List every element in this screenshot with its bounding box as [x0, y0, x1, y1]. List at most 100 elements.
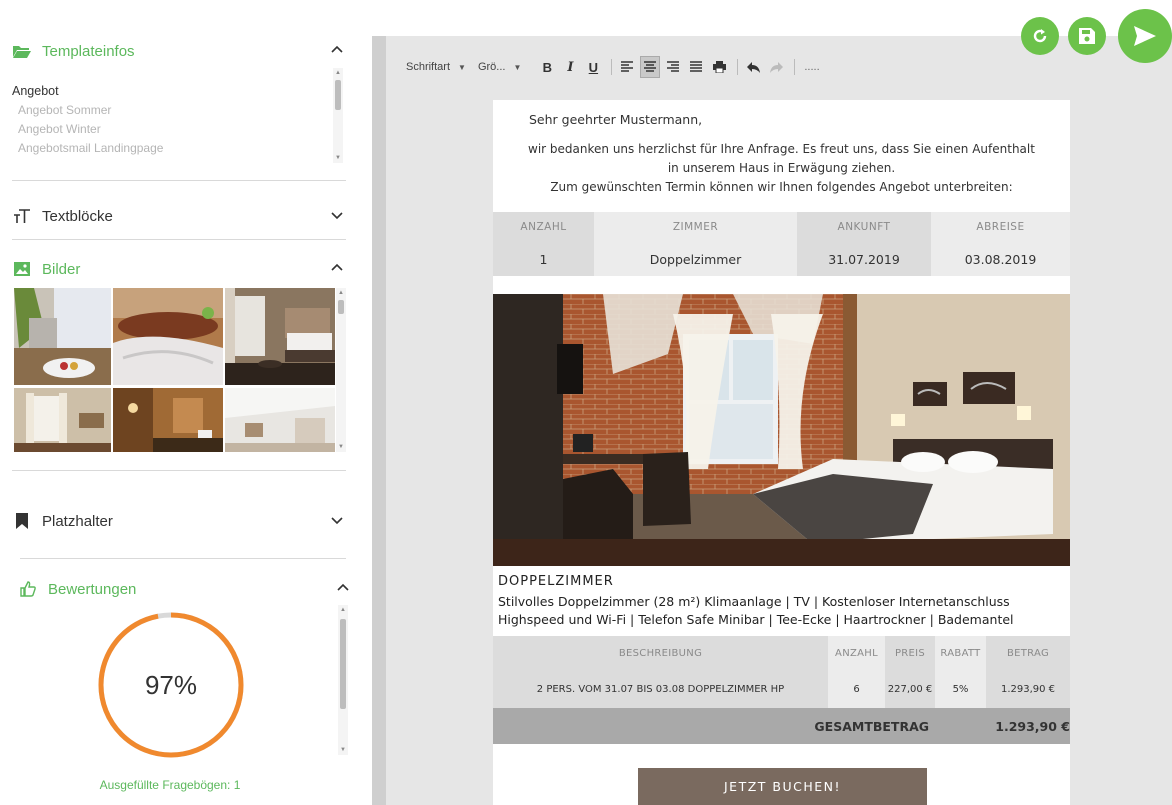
table-cell: 227,00 € — [885, 670, 935, 708]
template-item[interactable]: Angebot Winter — [12, 120, 332, 139]
folder-open-icon — [12, 42, 32, 60]
table-cell: 2 PERS. VOM 31.07 BIS 03.08 DOPPELZIMMER… — [493, 670, 828, 708]
section-templateinfos-header[interactable]: Templateinfos — [12, 37, 348, 65]
chevron-up-icon[interactable] — [328, 41, 346, 59]
italic-button[interactable]: I — [560, 56, 580, 78]
caret-down-icon: ▼ — [513, 62, 522, 72]
toolbar-separator — [737, 59, 739, 75]
divider — [20, 558, 346, 559]
chevron-down-icon[interactable] — [328, 511, 346, 529]
toolbar-separator — [611, 59, 613, 75]
column-header: ANKUNFT — [797, 212, 931, 242]
column-header: PREIS — [885, 636, 935, 670]
bold-button[interactable]: B — [537, 56, 557, 78]
gallery-image-warm-room[interactable] — [113, 388, 223, 452]
pricing-header-row: BESCHREIBUNG ANZAHL PREIS RABATT BETRAG — [493, 636, 1070, 670]
gallery-image-bright-room[interactable] — [225, 388, 335, 452]
room-photo[interactable] — [493, 294, 1070, 566]
intro-line: wir bedanken uns herzlichst für Ihre Anf… — [528, 142, 1035, 156]
underline-button[interactable]: U — [583, 56, 603, 78]
table-cell: 6 — [828, 670, 885, 708]
ratings-scrollbar[interactable]: ▲ ▼ — [338, 605, 348, 755]
more-options-label: ..... — [804, 61, 820, 73]
rating-donut: 97% — [96, 610, 246, 760]
align-right-icon[interactable] — [663, 56, 683, 78]
more-options[interactable]: ..... — [804, 61, 819, 73]
chevron-up-icon[interactable] — [328, 259, 346, 277]
refresh-icon — [1033, 29, 1047, 43]
section-bilder-header[interactable]: Bilder — [12, 255, 348, 283]
send-button[interactable] — [1118, 9, 1172, 63]
column-header: ABREISE — [931, 212, 1070, 242]
align-center-icon[interactable] — [640, 56, 661, 78]
total-row: GESAMTBETRAG 1.293,90 € — [493, 708, 1070, 744]
table-cell: 03.08.2019 — [931, 242, 1070, 276]
template-item[interactable]: Angebot Sommer — [12, 101, 332, 120]
booking-header-row: ANZAHL ZIMMER ANKUNFT ABREISE — [493, 212, 1070, 242]
total-label: GESAMTBETRAG — [493, 708, 935, 744]
divider — [12, 180, 346, 181]
image-icon — [12, 260, 32, 278]
send-icon — [1134, 26, 1156, 46]
column-header: ANZAHL — [828, 636, 885, 670]
align-left-icon[interactable] — [617, 56, 637, 78]
font-family-dropdown[interactable]: Schriftart ▼ — [406, 61, 466, 73]
gallery-image-champagne[interactable] — [14, 288, 111, 385]
bookmark-icon — [12, 512, 32, 530]
section-platzhalter-header[interactable]: Platzhalter — [12, 507, 348, 535]
font-size-dropdown[interactable]: Grö... ▼ — [478, 61, 521, 73]
refresh-button[interactable] — [1021, 17, 1059, 55]
thumbs-up-icon — [18, 580, 38, 598]
filled-questionnaires: Ausgefüllte Fragebögen: 1 — [99, 778, 241, 792]
column-header: BETRAG — [986, 636, 1070, 670]
room-title: DOPPELZIMMER — [498, 574, 614, 589]
offer-document[interactable]: Sehr geehrter Mustermann, wir bedanken u… — [493, 100, 1070, 805]
section-textbloecke-header[interactable]: Textblöcke — [12, 202, 348, 230]
table-cell: Doppelzimmer — [594, 242, 797, 276]
font-size-label: Grö... — [477, 61, 506, 73]
table-cell: 1 — [493, 242, 594, 276]
align-justify-icon[interactable] — [686, 56, 706, 78]
column-header: ZIMMER — [594, 212, 797, 242]
divider — [12, 470, 346, 471]
gallery-image-window-curtains[interactable] — [14, 388, 111, 452]
text-size-icon — [12, 207, 32, 225]
template-item[interactable]: Angebot — [12, 82, 332, 101]
chevron-up-icon[interactable] — [334, 579, 352, 597]
template-list-scrollbar[interactable]: ▲ ▼ — [333, 68, 343, 163]
gallery-image-bed-closeup[interactable] — [113, 288, 223, 385]
sidebar: Templateinfos Angebot Angebot Sommer Ang… — [0, 0, 360, 805]
column-header: ANZAHL — [493, 212, 594, 242]
chevron-down-icon[interactable] — [328, 206, 346, 224]
font-family-label: Schriftart — [406, 61, 451, 73]
gallery-scrollbar[interactable]: ▲ ▼ — [336, 288, 346, 452]
table-row: 1 Doppelzimmer 31.07.2019 03.08.2019 — [493, 242, 1070, 276]
caret-down-icon: ▼ — [458, 62, 466, 72]
pricing-table: BESCHREIBUNG ANZAHL PREIS RABATT BETRAG … — [493, 636, 1070, 744]
template-item[interactable]: Angebotsmail Landingpage — [12, 139, 332, 158]
intro-line: Zum gewünschten Termin können wir Ihnen … — [550, 180, 1013, 194]
room-description: Stilvolles Doppelzimmer (28 m²) Klimaanl… — [498, 594, 1014, 627]
section-title: Bilder — [42, 260, 81, 278]
booking-table: ANZAHL ZIMMER ANKUNFT ABREISE 1 Doppelzi… — [493, 212, 1070, 276]
section-title: Platzhalter — [42, 512, 113, 530]
undo-icon[interactable] — [743, 56, 763, 78]
section-bewertungen-header[interactable]: Bewertungen — [18, 575, 349, 603]
rating-percent: 97% — [144, 669, 198, 700]
total-value: 1.293,90 € — [935, 708, 1070, 744]
table-row: 2 PERS. VOM 31.07 BIS 03.08 DOPPELZIMMER… — [493, 670, 1070, 708]
gallery-image-room-window[interactable] — [225, 288, 335, 385]
column-header: BESCHREIBUNG — [493, 636, 828, 670]
editor-border — [372, 36, 386, 805]
toolbar-separator — [794, 59, 796, 75]
section-title: Bewertungen — [48, 580, 137, 598]
print-icon[interactable] — [709, 56, 729, 78]
template-list: Angebot Angebot Sommer Angebot Winter An… — [12, 82, 332, 164]
redo-icon[interactable] — [766, 56, 786, 78]
greeting: Sehr geehrter Mustermann, — [529, 112, 703, 127]
book-now-button[interactable]: JETZT BUCHEN! — [638, 768, 927, 805]
save-button[interactable] — [1068, 17, 1106, 55]
table-cell: 31.07.2019 — [797, 242, 931, 276]
section-title: Templateinfos — [42, 42, 135, 60]
table-cell: 5% — [935, 670, 986, 708]
